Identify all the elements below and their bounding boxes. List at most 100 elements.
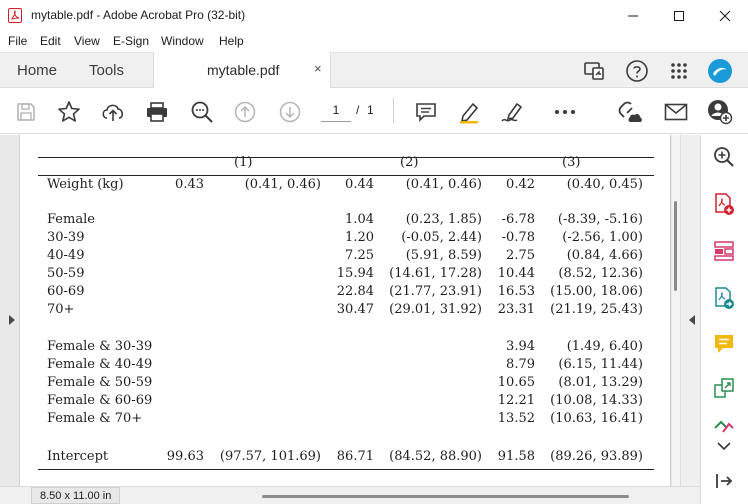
page-size-indicator[interactable]: 8.50 x 11.00 in: [31, 487, 121, 504]
right-panel-toggle[interactable]: [680, 135, 700, 486]
model2-ci: (29.01, 31.92): [389, 302, 482, 317]
menu-window[interactable]: Window: [161, 34, 204, 48]
menu-esign[interactable]: E-Sign: [113, 34, 149, 48]
table-bottom-rule: [38, 469, 654, 470]
email-button[interactable]: [663, 99, 689, 125]
toolbar-divider: [393, 98, 394, 124]
account-avatar[interactable]: [707, 58, 733, 84]
highlight-button[interactable]: [456, 99, 482, 125]
model2-ci: (5.91, 8.59): [405, 248, 482, 263]
document-tab-label: mytable.pdf: [207, 62, 280, 78]
bookmark-button[interactable]: [56, 99, 82, 125]
model2-estimate: 7.25: [345, 248, 374, 263]
table-row: Female & 40-49 8.79 (6.15, 11.44): [38, 357, 654, 375]
next-page-button[interactable]: [277, 99, 303, 125]
upload-cloud-icon: [102, 104, 124, 121]
save-icon: [17, 103, 35, 121]
minimize-button[interactable]: [610, 0, 656, 31]
collapse-panel-icon: [716, 474, 733, 488]
sign-button[interactable]: [500, 99, 526, 125]
print-icon: [147, 102, 167, 122]
close-button[interactable]: [702, 0, 748, 31]
row-label: Female: [47, 212, 95, 227]
page-down-icon: [279, 101, 301, 123]
column-header-2: (2): [400, 155, 419, 170]
organize-pages-tool[interactable]: [711, 238, 737, 264]
model2-estimate: 0.44: [345, 177, 374, 192]
vertical-scroll-thumb[interactable]: [674, 201, 677, 291]
table-row: 70+ 30.47 (29.01, 31.92) 23.31 (21.19, 2…: [38, 302, 654, 320]
model2-estimate: 1.04: [345, 212, 374, 227]
model3-estimate: 3.94: [506, 339, 535, 354]
upload-button[interactable]: [100, 99, 126, 125]
maximize-icon: [674, 10, 684, 21]
menu-file[interactable]: File: [8, 34, 27, 48]
create-pdf-icon: [715, 193, 734, 215]
model3-estimate: 13.52: [497, 411, 535, 426]
bookmark-star-icon: [58, 101, 80, 122]
menu-view[interactable]: View: [74, 34, 100, 48]
vertical-scrollbar[interactable]: [672, 135, 680, 486]
model2-estimate: 86.71: [336, 449, 374, 464]
tab-tools[interactable]: Tools: [89, 62, 124, 79]
column-header-3: (3): [562, 155, 581, 170]
share-screen-button[interactable]: [582, 58, 608, 84]
model1-ci: (97.57, 101.69): [219, 449, 321, 464]
model3-ci: (21.19, 25.43): [550, 302, 643, 317]
right-tools-panel: [700, 135, 748, 504]
save-button[interactable]: [13, 99, 39, 125]
row-label: Female & 50-59: [47, 375, 153, 390]
help-button[interactable]: [624, 58, 650, 84]
model3-estimate: 10.65: [497, 375, 535, 390]
create-pdf-tool[interactable]: [711, 191, 737, 217]
menu-edit[interactable]: Edit: [40, 34, 61, 48]
expand-tools-button[interactable]: [711, 433, 737, 459]
apps-grid-button[interactable]: [666, 58, 692, 84]
left-panel-toggle[interactable]: [0, 135, 20, 486]
model2-ci: (84.52, 88.90): [389, 449, 482, 464]
table-row: Female & 70+ 13.52 (10.63, 16.41): [38, 411, 654, 429]
export-pdf-tool[interactable]: [711, 285, 737, 311]
print-button[interactable]: [144, 99, 170, 125]
share-screen-icon: [584, 62, 604, 80]
comment-icon: [416, 103, 436, 122]
maximize-button[interactable]: [656, 0, 702, 31]
model2-estimate: 15.94: [336, 266, 374, 281]
model3-estimate: -0.78: [501, 230, 535, 245]
collapse-panel-button[interactable]: [711, 468, 737, 494]
model2-estimate: 30.47: [336, 302, 374, 317]
model3-estimate: 12.21: [497, 393, 535, 408]
page-number-input[interactable]: 1: [321, 100, 351, 122]
status-bar: 8.50 x 11.00 in: [0, 486, 700, 504]
menu-help[interactable]: Help: [219, 34, 244, 48]
tab-home[interactable]: Home: [17, 62, 57, 79]
page-separator: /: [356, 103, 360, 117]
compress-pdf-icon: [714, 378, 734, 398]
comment-button[interactable]: [413, 99, 439, 125]
account-button[interactable]: [707, 99, 733, 125]
zoom-button[interactable]: [189, 99, 215, 125]
row-label: Female & 60-69: [47, 393, 153, 408]
model3-ci: (8.01, 13.29): [558, 375, 643, 390]
compress-pdf-tool[interactable]: [711, 375, 737, 401]
tab-document[interactable]: mytable.pdf ×: [153, 52, 331, 88]
model3-estimate: 10.44: [497, 266, 535, 281]
row-label: 60-69: [47, 284, 85, 299]
row-label: Female & 70+: [47, 411, 143, 426]
collapse-right-panel-icon: [689, 315, 695, 325]
horizontal-scroll-thumb[interactable]: [262, 495, 629, 498]
more-tools-button[interactable]: [552, 99, 578, 125]
comment-tool[interactable]: [711, 331, 737, 357]
expand-more-icon: [717, 442, 731, 451]
share-link-button[interactable]: [618, 99, 644, 125]
previous-page-button[interactable]: [232, 99, 258, 125]
model3-ci: (1.49, 6.40): [566, 339, 643, 354]
table-row: Female & 50-59 10.65 (8.01, 13.29): [38, 375, 654, 393]
row-label: 40-49: [47, 248, 85, 263]
close-tab-icon[interactable]: ×: [314, 61, 322, 76]
row-label: 70+: [47, 302, 75, 317]
model3-estimate: 23.31: [497, 302, 535, 317]
zoom-in-tool[interactable]: [711, 144, 737, 170]
table-row: Female 1.04 (0.23, 1.85) -6.78 (-8.39, -…: [38, 212, 654, 230]
model3-ci: (89.26, 93.89): [550, 449, 643, 464]
